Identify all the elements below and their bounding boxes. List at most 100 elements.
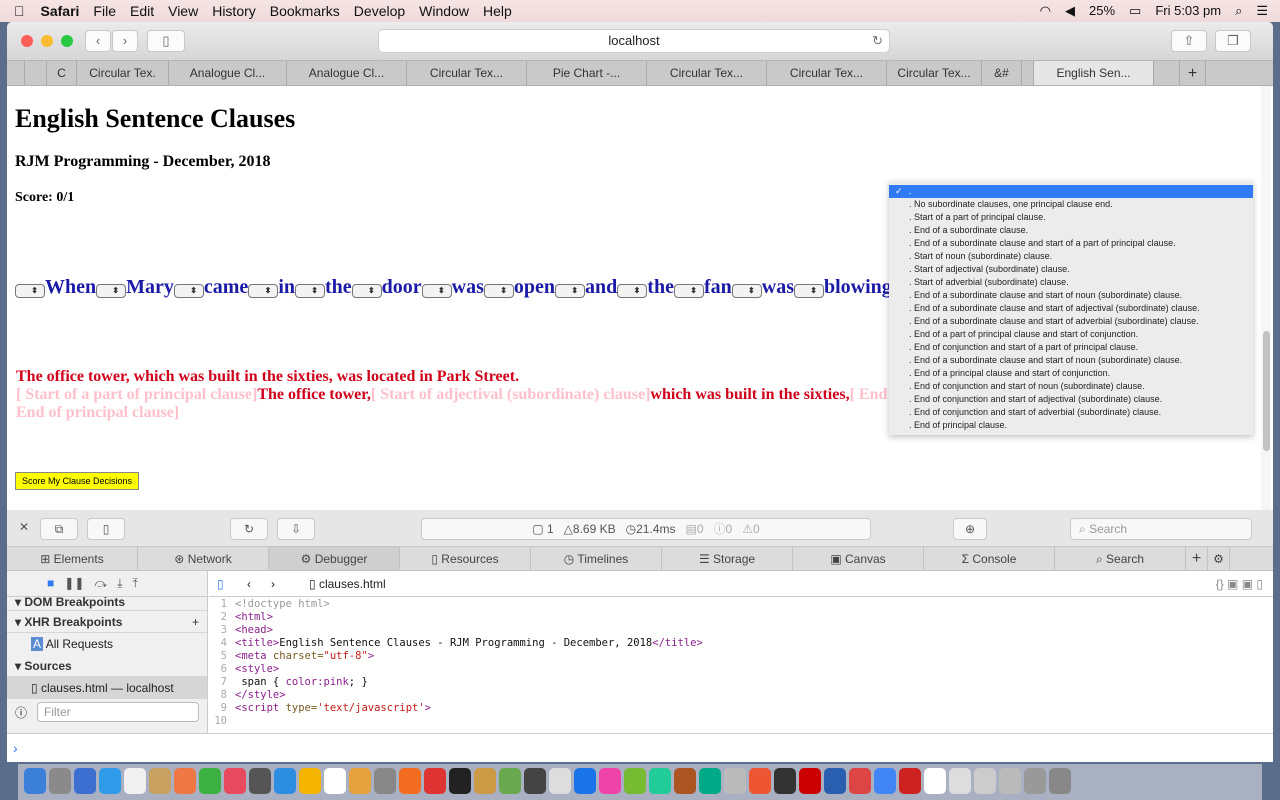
sidebar-toggle-icon[interactable]: ▯ (147, 30, 185, 52)
add-tab-icon[interactable]: + (1186, 547, 1208, 570)
browser-tab[interactable]: &# (982, 61, 1022, 85)
battery-percent[interactable]: 25% (1089, 3, 1115, 19)
dock-app-icon[interactable] (924, 768, 946, 794)
dock-app-icon[interactable] (174, 768, 196, 794)
menu-help[interactable]: Help (483, 3, 512, 19)
reload-icon[interactable]: ↻ (872, 30, 883, 52)
clause-select[interactable]: ⬍ (793, 283, 824, 298)
menu-edit[interactable]: Edit (130, 3, 154, 19)
clause-select[interactable]: ⬍ (421, 283, 452, 298)
tab-pinned[interactable] (7, 61, 25, 85)
volume-icon[interactable]: ◀ (1065, 3, 1075, 19)
menu-window[interactable]: Window (419, 3, 469, 19)
dom-breakpoints-header[interactable]: ▾ DOM Breakpoints (7, 597, 207, 611)
dock-app-icon[interactable] (99, 768, 121, 794)
dock-app-icon[interactable] (599, 768, 621, 794)
clause-select[interactable]: ⬍ (673, 283, 704, 298)
menu-bookmarks[interactable]: Bookmarks (270, 3, 340, 19)
dock-app-icon[interactable] (574, 768, 596, 794)
clause-select[interactable]: ⬍ (96, 283, 127, 298)
dock-app-icon[interactable] (874, 768, 896, 794)
activity-summary[interactable]: ▢ 1 △8.69 KB ◷21.4ms ▤0 ⓘ0 ⚠0 (421, 518, 871, 540)
dock-app-icon[interactable] (899, 768, 921, 794)
spotlight-icon[interactable]: ⌕ (1235, 3, 1242, 19)
address-bar[interactable]: localhost ↻ (378, 29, 890, 53)
navigator-toggle-icon[interactable]: ▯ (217, 571, 224, 597)
dock-side-icon[interactable]: ▯ (87, 518, 125, 540)
dropdown-option[interactable]: . End of a subordinate clause and start … (889, 354, 1253, 367)
browser-tab[interactable]: Circular Tex... (767, 61, 887, 85)
breakpoints-toggle-icon[interactable]: ■ (47, 576, 54, 590)
clause-select[interactable]: ⬍ (295, 283, 325, 298)
dock-app-icon[interactable] (474, 768, 496, 794)
dock-app-icon[interactable] (949, 768, 971, 794)
browser-tab[interactable]: Pie Chart -... (527, 61, 647, 85)
dock-app-icon[interactable] (249, 768, 271, 794)
tab-small[interactable] (1154, 61, 1180, 85)
dock-app-icon[interactable] (774, 768, 796, 794)
dock-app-icon[interactable] (199, 768, 221, 794)
dock-app-icon[interactable] (24, 768, 46, 794)
dropdown-option[interactable]: . End of conjunction and start of adject… (889, 393, 1253, 406)
dock-app-icon[interactable] (1049, 768, 1071, 794)
wifi-icon[interactable]: ◠ (1040, 3, 1051, 19)
inspector-tab-timelines[interactable]: ◷ Timelines (531, 547, 662, 570)
forward-button[interactable]: › (112, 30, 138, 52)
dropdown-option[interactable]: . End of a subordinate clause and start … (889, 302, 1253, 315)
dropdown-option[interactable]: . End of conjunction and start of adverb… (889, 406, 1253, 419)
zoom-window-button[interactable] (61, 35, 73, 47)
dock-app-icon[interactable] (149, 768, 171, 794)
dropdown-option[interactable]: . End of a subordinate clause. (889, 224, 1253, 237)
browser-tab[interactable]: Circular Tex... (887, 61, 982, 85)
dock-app-icon[interactable] (74, 768, 96, 794)
dock-app-icon[interactable] (524, 768, 546, 794)
step-into-icon[interactable]: ⤓ (117, 576, 122, 590)
forward-icon[interactable]: › (271, 571, 275, 597)
tabs-overview-icon[interactable]: ❐ (1215, 30, 1251, 52)
clause-select[interactable]: ⬍ (483, 283, 514, 298)
dock-app-icon[interactable] (824, 768, 846, 794)
menu-develop[interactable]: Develop (354, 3, 405, 19)
inspector-tab-canvas[interactable]: ▣ Canvas (793, 547, 924, 570)
dropdown-option[interactable]: . End of a principal clause and start of… (889, 367, 1253, 380)
clock[interactable]: Fri 5:03 pm (1155, 3, 1221, 19)
sources-header[interactable]: ▾ Sources (7, 655, 207, 677)
dropdown-option[interactable]: . Start of adverbial (subordinate) claus… (889, 276, 1253, 289)
dock-app-icon[interactable] (424, 768, 446, 794)
dock-app-icon[interactable] (699, 768, 721, 794)
dock-app-icon[interactable] (124, 768, 146, 794)
dropdown-option[interactable]: . End of conjunction and start of a part… (889, 341, 1253, 354)
dock-app-icon[interactable] (449, 768, 471, 794)
dock-app-icon[interactable] (499, 768, 521, 794)
menu-view[interactable]: View (168, 3, 198, 19)
notification-center-icon[interactable]: ☰ (1256, 3, 1268, 19)
menu-app-safari[interactable]: Safari (41, 3, 80, 19)
dock-app-icon[interactable] (549, 768, 571, 794)
dropdown-option[interactable]: . Start of adjectival (subordinate) clau… (889, 263, 1253, 276)
menu-file[interactable]: File (93, 3, 116, 19)
dock-app-icon[interactable] (374, 768, 396, 794)
dock-app-icon[interactable] (399, 768, 421, 794)
dock-app-icon[interactable] (299, 768, 321, 794)
close-inspector-icon[interactable]: ✕ (19, 520, 29, 534)
inspector-tab-search[interactable]: ⌕ Search (1055, 547, 1186, 570)
dock-app-icon[interactable] (849, 768, 871, 794)
dropdown-option[interactable]: . End of a subordinate clause and start … (889, 289, 1253, 302)
clause-select[interactable]: ⬍ (15, 283, 45, 298)
back-icon[interactable]: ‹ (247, 571, 251, 597)
dock-app-icon[interactable] (1024, 768, 1046, 794)
tab-small[interactable] (1022, 61, 1034, 85)
xhr-breakpoints-header[interactable]: ▾ XHR Breakpoints + (7, 611, 207, 633)
clause-select[interactable]: ⬍ (248, 283, 279, 298)
dropdown-option[interactable]: . End of conjunction and start of noun (… (889, 380, 1253, 393)
download-icon[interactable]: ⇩ (277, 518, 315, 540)
browser-tab[interactable]: Analogue Cl... (169, 61, 287, 85)
pause-icon[interactable]: ❚❚ (64, 576, 84, 590)
source-file-item[interactable]: ▯ clauses.html — localhost (7, 677, 207, 699)
format-icons[interactable]: {} ▣ ▣ ▯ (1216, 571, 1263, 597)
back-button[interactable]: ‹ (85, 30, 111, 52)
dock-app-icon[interactable] (974, 768, 996, 794)
dropdown-option[interactable]: . End of a part of principal clause and … (889, 328, 1253, 341)
browser-tab[interactable]: Circular Tex. (77, 61, 169, 85)
inspector-tab-console[interactable]: Σ Console (924, 547, 1055, 570)
